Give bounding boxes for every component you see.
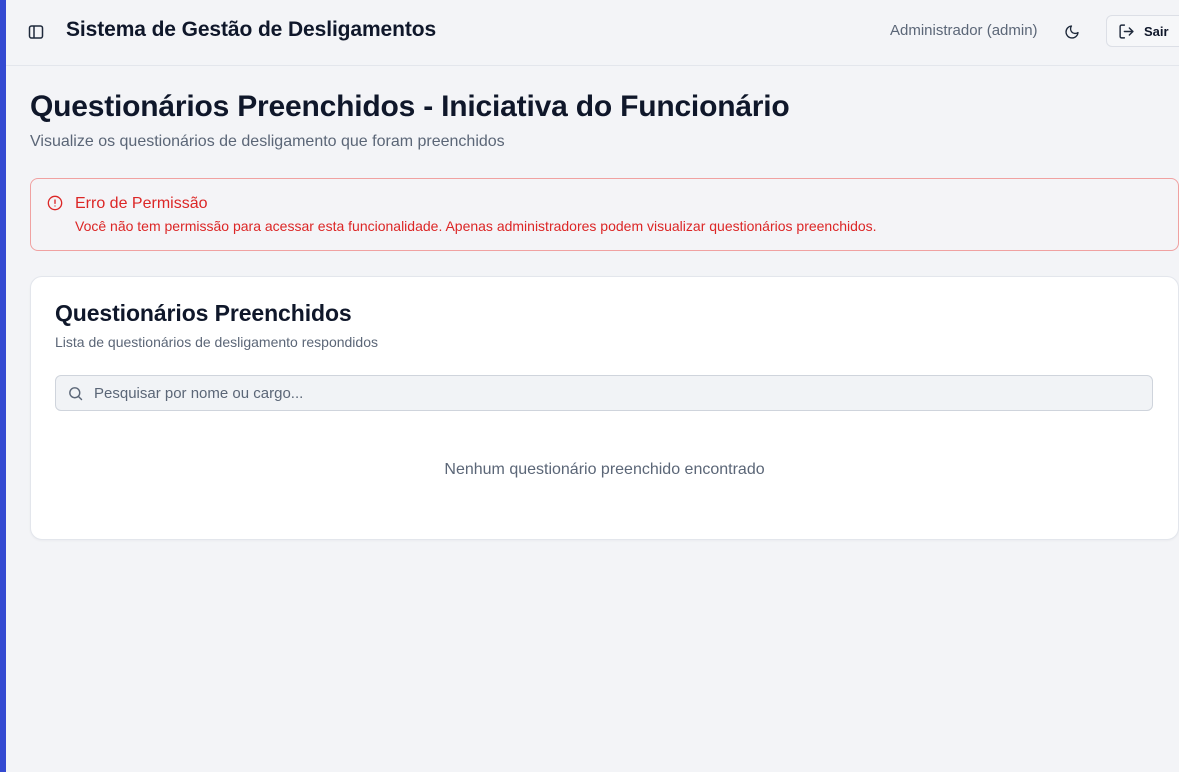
card-title: Questionários Preenchidos [55, 300, 352, 326]
questionnaires-card: Questionários Preenchidos Lista de quest… [30, 276, 1179, 540]
permission-error-alert: Erro de Permissão Você não tem permissão… [30, 178, 1179, 251]
card-subtitle: Lista de questionários de desligamento r… [55, 334, 378, 350]
theme-toggle-button[interactable] [1060, 20, 1084, 44]
logout-label: Sair [1144, 23, 1169, 39]
alert-message: Você não tem permissão para acessar esta… [75, 218, 877, 234]
moon-icon [1065, 25, 1079, 39]
app-title: Sistema de Gestão de Desligamentos [66, 18, 437, 41]
alert-circle-icon [47, 195, 63, 211]
log-out-icon [1119, 23, 1134, 39]
search-icon [69, 387, 83, 401]
logout-button[interactable]: Sair [1106, 15, 1179, 47]
page-subtitle: Visualize os questionários de desligamen… [30, 133, 505, 150]
empty-state-message: Nenhum questionário preenchido encontrad… [444, 461, 765, 478]
search-box [55, 375, 1153, 411]
sidebar-toggle-button[interactable] [26, 22, 46, 42]
panel-left-icon [28, 25, 44, 39]
alert-title: Erro de Permissão [75, 195, 208, 212]
top-header: Sistema de Gestão de Desligamentos Admin… [6, 0, 1179, 66]
app-shell: Sistema de Gestão de Desligamentos Admin… [6, 0, 1179, 772]
page-title: Questionários Preenchidos - Iniciativa d… [30, 90, 790, 123]
search-input[interactable] [94, 377, 1144, 409]
current-user-label: Administrador (admin) [890, 22, 1038, 39]
